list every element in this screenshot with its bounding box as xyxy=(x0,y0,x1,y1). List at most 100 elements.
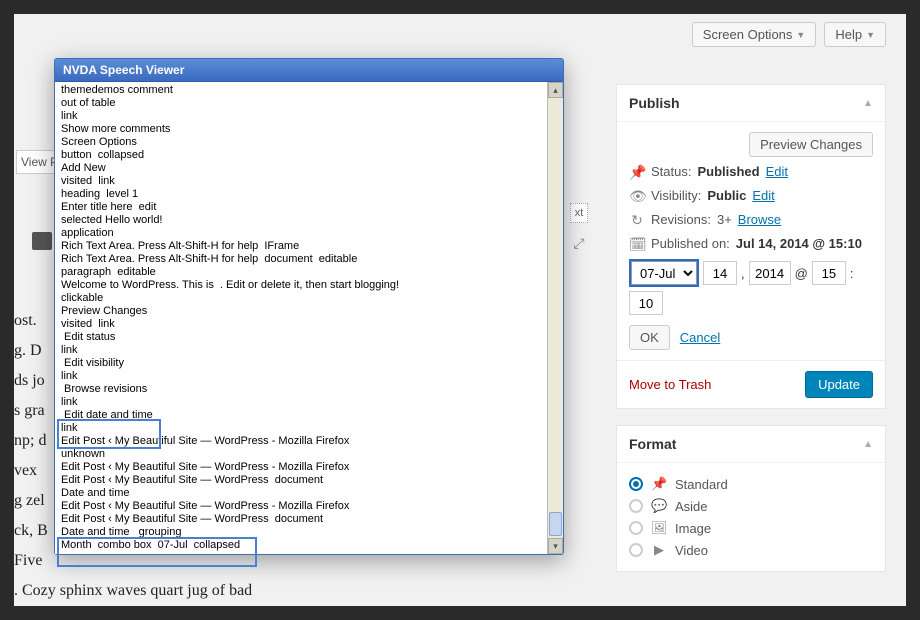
nvda-log-line: button collapsed xyxy=(61,149,563,162)
nvda-log-line: Preview Changes xyxy=(61,305,563,318)
nvda-log-line: link xyxy=(61,110,563,123)
publish-header[interactable]: Publish ▲ xyxy=(617,85,885,122)
format-option-image[interactable]: 🖼 Image xyxy=(629,517,873,539)
nvda-log-line: Edit Post ‹ My Beautiful Site — WordPres… xyxy=(61,513,563,526)
ok-button[interactable]: OK xyxy=(629,325,670,350)
nvda-log-line: Add New xyxy=(61,162,563,175)
hour-input[interactable] xyxy=(812,261,846,285)
status-label: Status: xyxy=(651,163,691,181)
month-select[interactable]: 07-Jul xyxy=(631,261,697,285)
help-button[interactable]: Help ▼ xyxy=(824,22,886,47)
nvda-log-line: link xyxy=(61,422,563,435)
cancel-link[interactable]: Cancel xyxy=(680,330,720,345)
scroll-track[interactable] xyxy=(548,98,563,538)
chevron-down-icon: ▼ xyxy=(796,30,805,40)
publish-date-row: 🗓 Published on: Jul 14, 2014 @ 15:10 xyxy=(629,235,873,253)
radio-icon xyxy=(629,521,643,535)
format-icon: 💬 xyxy=(651,498,667,514)
format-option-aside[interactable]: 💬 Aside xyxy=(629,495,873,517)
scroll-up-arrow[interactable]: ▴ xyxy=(548,82,563,98)
nvda-titlebar[interactable]: NVDA Speech Viewer xyxy=(55,59,563,82)
visibility-label: Visibility: xyxy=(651,187,701,205)
scroll-thumb[interactable] xyxy=(549,512,562,536)
help-label: Help xyxy=(835,27,862,42)
radio-icon xyxy=(629,499,643,513)
minute-input[interactable] xyxy=(629,291,663,315)
nvda-log-line: Show more comments xyxy=(61,123,563,136)
format-metabox: Format ▲ 📌 Standard 💬 Aside 🖼 Image ▶Video xyxy=(616,425,886,572)
edit-status-link[interactable]: Edit xyxy=(766,163,788,181)
nvda-log-line: selected Hello world! xyxy=(61,214,563,227)
nvda-log-line: Browse revisions xyxy=(61,383,563,396)
editor-toolbar-icon[interactable] xyxy=(32,232,52,250)
nvda-log-line: heading level 1 xyxy=(61,188,563,201)
nvda-log-line: visited link xyxy=(61,318,563,331)
nvda-log-line: Edit Post ‹ My Beautiful Site — WordPres… xyxy=(61,474,563,487)
screen-options-label: Screen Options xyxy=(703,27,793,42)
chevron-up-icon: ▲ xyxy=(863,439,873,450)
colon: : xyxy=(850,266,854,281)
format-label: Image xyxy=(675,521,711,536)
nvda-log-line: Edit Post ‹ My Beautiful Site — WordPres… xyxy=(61,461,563,474)
browse-revisions-link[interactable]: Browse xyxy=(738,211,781,229)
comma: , xyxy=(741,266,745,281)
nvda-log-line: out of table xyxy=(61,97,563,110)
expand-icon[interactable]: ⤢ xyxy=(570,234,588,252)
revisions-label: Revisions: xyxy=(651,211,711,229)
chevron-down-icon: ▼ xyxy=(866,30,875,40)
nvda-log-line: Enter title here edit xyxy=(61,201,563,214)
nvda-log-line: application xyxy=(61,227,563,240)
format-header[interactable]: Format ▲ xyxy=(617,426,885,463)
nvda-speech-log: themedemos commentout of tablelinkShow m… xyxy=(55,82,563,554)
visibility-value: Public xyxy=(707,187,746,205)
preview-changes-button[interactable]: Preview Changes xyxy=(749,132,873,157)
screen-options-button[interactable]: Screen Options ▼ xyxy=(692,22,817,47)
chevron-up-icon: ▲ xyxy=(863,98,873,109)
day-input[interactable] xyxy=(703,261,737,285)
nvda-log-line: Welcome to WordPress. This is . Edit or … xyxy=(61,279,563,292)
nvda-log-line: clickable xyxy=(61,292,563,305)
nvda-log-line: link xyxy=(61,370,563,383)
nvda-log-line: Month combo box 07-Jul collapsed xyxy=(61,539,563,552)
move-to-trash-link[interactable]: Move to Trash xyxy=(629,377,711,392)
nvda-log-line: Rich Text Area. Press Alt-Shift-H for he… xyxy=(61,253,563,266)
format-label: Aside xyxy=(675,499,708,514)
nvda-log-line: Rich Text Area. Press Alt-Shift-H for he… xyxy=(61,240,563,253)
nvda-log-line: Screen Options xyxy=(61,136,563,149)
published-value: Jul 14, 2014 @ 15:10 xyxy=(736,235,862,253)
nvda-log-line: link xyxy=(61,396,563,409)
format-option-standard[interactable]: 📌 Standard xyxy=(629,473,873,495)
radio-icon xyxy=(629,543,643,557)
datetime-group: 07-Jul , @ : xyxy=(629,259,873,315)
nvda-log-line: themedemos comment xyxy=(61,84,563,97)
nvda-log-line: link xyxy=(61,344,563,357)
nvda-log-line: Edit status xyxy=(61,331,563,344)
text-tab-partial[interactable]: xt xyxy=(570,203,588,223)
revisions-value: 3+ xyxy=(717,211,732,229)
nvda-log-line: Edit visibility xyxy=(61,357,563,370)
format-option-video[interactable]: ▶Video xyxy=(629,539,873,561)
eye-icon: 👁 xyxy=(629,187,645,205)
publish-visibility-row: 👁 Visibility: Public Edit xyxy=(629,187,873,205)
nvda-log-line: Date and time grouping xyxy=(61,526,563,539)
format-label: Video xyxy=(675,543,708,558)
published-label: Published on: xyxy=(651,235,730,253)
publish-metabox: Publish ▲ Preview Changes 📌 Status: Publ… xyxy=(616,84,886,409)
at-sign: @ xyxy=(795,266,808,281)
format-label: Standard xyxy=(675,477,728,492)
scroll-down-arrow[interactable]: ▾ xyxy=(548,538,563,554)
scrollbar[interactable]: ▴ ▾ xyxy=(547,82,563,554)
format-icon: 📌 xyxy=(651,476,667,492)
format-icon: 🖼 xyxy=(651,520,667,536)
nvda-log-line: unknown xyxy=(61,448,563,461)
update-button[interactable]: Update xyxy=(805,371,873,398)
year-input[interactable] xyxy=(749,261,791,285)
edit-visibility-link[interactable]: Edit xyxy=(752,187,774,205)
nvda-log-line: Edit Post ‹ My Beautiful Site — WordPres… xyxy=(61,500,563,513)
nvda-speech-viewer-window: NVDA Speech Viewer themedemos commentout… xyxy=(54,58,564,555)
nvda-log-line: Date and time xyxy=(61,487,563,500)
nvda-log-line: visited link xyxy=(61,175,563,188)
history-icon: ↻ xyxy=(629,211,645,229)
pin-icon: 📌 xyxy=(629,163,645,181)
publish-revisions-row: ↻ Revisions: 3+ Browse xyxy=(629,211,873,229)
